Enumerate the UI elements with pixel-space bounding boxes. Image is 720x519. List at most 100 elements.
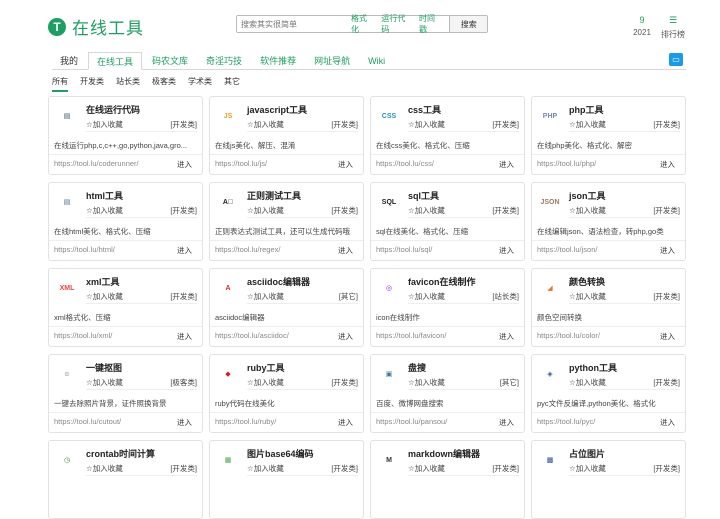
tool-title[interactable]: favicon在线制作 — [408, 275, 476, 288]
tool-title[interactable]: 在线运行代码 — [86, 103, 140, 116]
xml-icon: XML — [59, 284, 75, 292]
tab-library[interactable]: 码农文库 — [144, 52, 196, 70]
tool-card[interactable]: ◷ crontab时间计算 ☆加入收藏 [开发类] — [48, 440, 203, 519]
tool-title[interactable]: markdown编辑器 — [408, 447, 480, 460]
add-favorite-button[interactable]: ☆加入收藏 — [86, 291, 123, 302]
tool-title[interactable]: xml工具 — [86, 275, 120, 288]
tool-card[interactable]: CSS css工具 ☆加入收藏 [开发类] 在线css美化、格式化、压缩 https://… — [370, 96, 525, 175]
search-input[interactable] — [237, 16, 351, 32]
subtab-webmaster[interactable]: 站长类 — [116, 76, 140, 92]
search-tag-format[interactable]: 格式化 — [351, 13, 372, 35]
tool-description: icon在线制作 — [376, 313, 420, 322]
tool-title[interactable]: 占位图片 — [569, 447, 605, 460]
tool-card[interactable]: ▤ 在线运行代码 ☆加入收藏 [开发类] 在线运行php,c,c++,go,python… — [48, 96, 203, 175]
chat-icon[interactable]: ▭ — [669, 53, 683, 66]
tool-card[interactable]: A⃝ 正则测试工具 ☆加入收藏 [开发类] 正则表达式测试工具，还可以生成代码哦 http… — [209, 182, 364, 261]
tool-title[interactable]: css工具 — [408, 103, 441, 116]
add-favorite-button[interactable]: ☆加入收藏 — [247, 119, 284, 130]
tool-card[interactable]: ◈ python工具 ☆加入收藏 [开发类] pyc文件反编译,python美化、格式化… — [531, 354, 686, 433]
tool-title[interactable]: 一键抠图 — [86, 361, 122, 374]
enter-link[interactable]: 进入 — [660, 159, 675, 170]
add-favorite-button[interactable]: ☆加入收藏 — [408, 291, 445, 302]
logo[interactable]: T 在线工具 — [48, 14, 144, 39]
enter-link[interactable]: 进入 — [660, 245, 675, 256]
tool-card[interactable]: ☺ 一键抠图 ☆加入收藏 [极客类] 一键去除照片背景，证件照换背景 https://to… — [48, 354, 203, 433]
add-favorite-button[interactable]: ☆加入收藏 — [247, 377, 284, 388]
subtab-all[interactable]: 所有 — [52, 76, 68, 92]
enter-link[interactable]: 进入 — [177, 331, 192, 342]
enter-link[interactable]: 进入 — [660, 331, 675, 342]
tool-card[interactable]: ▣ 盘搜 ☆加入收藏 [其它] 百度、微博网盘搜索 https://tool.lu/pan… — [370, 354, 525, 433]
subtab-geek[interactable]: 极客类 — [152, 76, 176, 92]
enter-link[interactable]: 进入 — [177, 245, 192, 256]
tool-card[interactable]: ▦ 图片base64编码 ☆加入收藏 [开发类] — [209, 440, 364, 519]
tool-title[interactable]: ruby工具 — [247, 361, 285, 374]
add-favorite-button[interactable]: ☆加入收藏 — [569, 205, 606, 216]
enter-link[interactable]: 进入 — [177, 159, 192, 170]
add-favorite-button[interactable]: ☆加入收藏 — [86, 463, 123, 474]
tool-card[interactable]: ◆ ruby工具 ☆加入收藏 [开发类] ruby代码在线美化 https://tool.… — [209, 354, 364, 433]
tab-online-tools[interactable]: 在线工具 — [88, 52, 143, 70]
add-favorite-button[interactable]: ☆加入收藏 — [408, 463, 445, 474]
search-button[interactable]: 搜索 — [449, 16, 487, 32]
tool-title[interactable]: sql工具 — [408, 189, 439, 202]
tool-card[interactable]: ▩ 占位图片 ☆加入收藏 [开发类] — [531, 440, 686, 519]
add-favorite-button[interactable]: ☆加入收藏 — [408, 119, 445, 130]
tab-tricks[interactable]: 奇淫巧技 — [198, 52, 250, 70]
tool-title[interactable]: html工具 — [86, 189, 123, 202]
tool-title[interactable]: 盘搜 — [408, 361, 426, 374]
tool-card[interactable]: ▤ html工具 ☆加入收藏 [开发类] 在线html美化、格式化、压缩 https://… — [48, 182, 203, 261]
enter-link[interactable]: 进入 — [499, 245, 514, 256]
tab-navigation[interactable]: 网址导航 — [306, 52, 358, 70]
enter-link[interactable]: 进入 — [499, 331, 514, 342]
tool-card[interactable]: Mmarkdown编辑器 ☆加入收藏 [开发类] — [370, 440, 525, 519]
tool-card[interactable]: SQL sql工具 ☆加入收藏 [开发类] sql在线美化、格式化、压缩 https://… — [370, 182, 525, 261]
enter-link[interactable]: 进入 — [499, 417, 514, 428]
search-tag-timestamp[interactable]: 时间戳 — [419, 13, 440, 35]
search-tag-run-code[interactable]: 运行代码 — [381, 13, 410, 35]
tab-wiki[interactable]: Wiki — [360, 52, 393, 70]
add-favorite-button[interactable]: ☆加入收藏 — [569, 377, 606, 388]
divider — [49, 326, 202, 327]
add-favorite-button[interactable]: ☆加入收藏 — [569, 463, 606, 474]
enter-link[interactable]: 进入 — [177, 417, 192, 428]
add-favorite-button[interactable]: ☆加入收藏 — [569, 119, 606, 130]
enter-link[interactable]: 进入 — [499, 159, 514, 170]
tab-software[interactable]: 软件推荐 — [252, 52, 304, 70]
tool-card[interactable]: JSON json工具 ☆加入收藏 [开发类] 在线编辑json、语法检查，转php,g… — [531, 182, 686, 261]
tool-card[interactable]: XML xml工具 ☆加入收藏 [开发类] xml格式化、压缩 https://tool.… — [48, 268, 203, 347]
tool-title[interactable]: 正则测试工具 — [247, 189, 301, 202]
tool-card[interactable]: PHP php工具 ☆加入收藏 [开发类] 在线php美化、格式化、解密 https://… — [531, 96, 686, 175]
subtab-academic[interactable]: 学术类 — [188, 76, 212, 92]
add-favorite-button[interactable]: ☆加入收藏 — [86, 119, 123, 130]
enter-link[interactable]: 进入 — [660, 417, 675, 428]
tab-mine[interactable]: 我的 — [52, 52, 86, 70]
enter-link[interactable]: 进入 — [338, 245, 353, 256]
add-favorite-button[interactable]: ☆加入收藏 — [247, 205, 284, 216]
tool-title[interactable]: json工具 — [569, 189, 606, 202]
tool-card[interactable]: ◢ 颜色转换 ☆加入收藏 [开发类] 颜色空间转换 https://tool.lu/col… — [531, 268, 686, 347]
add-favorite-button[interactable]: ☆加入收藏 — [247, 291, 284, 302]
add-favorite-button[interactable]: ☆加入收藏 — [408, 205, 445, 216]
tool-card[interactable]: JS javascript工具 ☆加入收藏 [开发类] 在线js美化、解压、混淆 http… — [209, 96, 364, 175]
add-favorite-button[interactable]: ☆加入收藏 — [408, 377, 445, 388]
tool-title[interactable]: crontab时间计算 — [86, 447, 155, 460]
add-favorite-button[interactable]: ☆加入收藏 — [569, 291, 606, 302]
tool-title[interactable]: javascript工具 — [247, 103, 307, 116]
add-favorite-button[interactable]: ☆加入收藏 — [86, 205, 123, 216]
enter-link[interactable]: 进入 — [338, 159, 353, 170]
add-favorite-button[interactable]: ☆加入收藏 — [247, 463, 284, 474]
tool-card[interactable]: ◎ favicon在线制作 ☆加入收藏 [站长类] icon在线制作 https://to… — [370, 268, 525, 347]
tool-title[interactable]: 颜色转换 — [569, 275, 605, 288]
subtab-dev[interactable]: 开发类 — [80, 76, 104, 92]
tool-title[interactable]: 图片base64编码 — [247, 447, 314, 460]
add-favorite-button[interactable]: ☆加入收藏 — [86, 377, 123, 388]
enter-link[interactable]: 进入 — [338, 331, 353, 342]
subtab-other[interactable]: 其它 — [224, 76, 240, 92]
tool-title[interactable]: php工具 — [569, 103, 604, 116]
rank-link[interactable]: ☰ 排行榜 — [660, 15, 686, 40]
tool-title[interactable]: asciidoc编辑器 — [247, 275, 310, 288]
enter-link[interactable]: 进入 — [338, 417, 353, 428]
tool-card[interactable]: Aasciidoc编辑器 ☆加入收藏 [其它] asciidoc编辑器 https://… — [209, 268, 364, 347]
tool-title[interactable]: python工具 — [569, 361, 617, 374]
